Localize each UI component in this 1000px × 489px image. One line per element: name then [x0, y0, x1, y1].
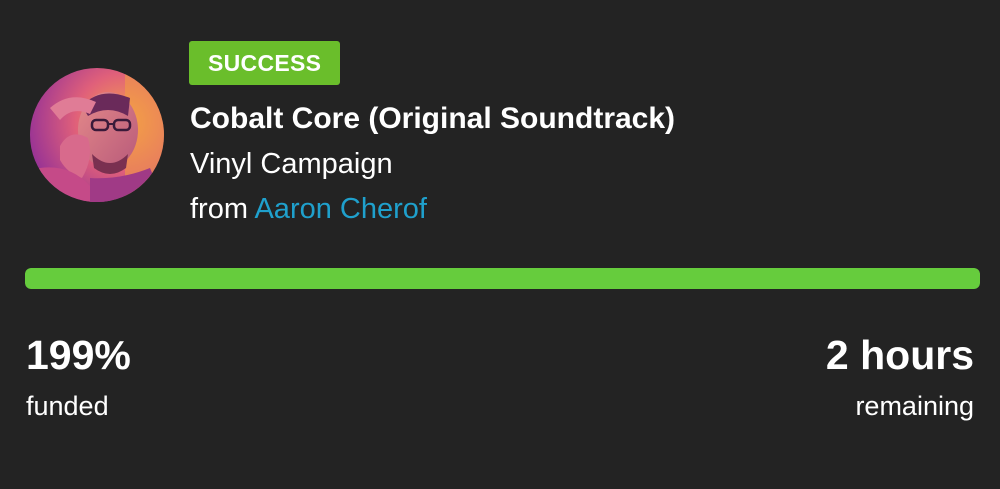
time-remaining-value: 2 hours: [825, 332, 974, 378]
artist-avatar[interactable]: [30, 68, 164, 202]
funded-label: funded: [26, 391, 109, 421]
campaign-card: SUCCESS Cobalt Core (Original Soundtrack…: [0, 0, 1000, 489]
campaign-subtitle: Vinyl Campaign: [190, 148, 393, 180]
campaign-title[interactable]: Cobalt Core (Original Soundtrack): [190, 99, 675, 139]
funded-value: 199%: [26, 332, 131, 378]
byline-prefix: from: [190, 193, 248, 225]
funding-progress-fill: [25, 268, 980, 289]
artist-link[interactable]: Aaron Cherof: [254, 193, 427, 225]
funding-progress-bar: [25, 268, 980, 289]
status-badge: SUCCESS: [189, 41, 341, 85]
avatar-image: [30, 68, 164, 202]
time-remaining-label: remaining: [855, 391, 974, 421]
campaign-byline: from Aaron Cherof: [190, 189, 427, 229]
